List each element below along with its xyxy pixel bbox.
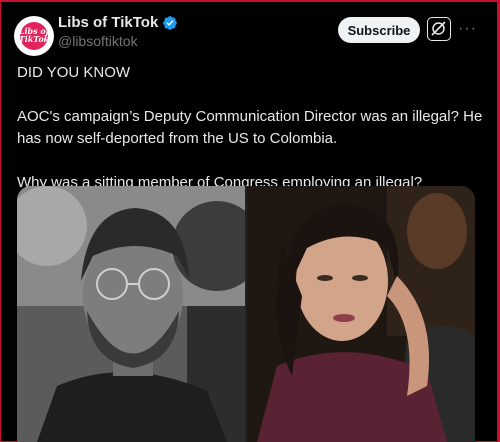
post-header: Libs of TikTok Libs of TikTok @libsoftikt… bbox=[0, 0, 500, 60]
more-icon[interactable]: ··· bbox=[458, 20, 477, 38]
post-paragraph: AOC's campaign’s Deputy Communication Di… bbox=[17, 108, 483, 147]
grok-icon[interactable] bbox=[427, 17, 451, 41]
name-row: Libs of TikTok bbox=[58, 14, 178, 31]
post-paragraph: DID YOU KNOW bbox=[17, 64, 131, 81]
media-grid bbox=[17, 186, 475, 442]
avatar-logo-text: Libs of TikTok bbox=[18, 26, 50, 44]
subscribe-button[interactable]: Subscribe bbox=[338, 17, 420, 43]
verified-badge-icon[interactable] bbox=[162, 15, 178, 31]
display-name[interactable]: Libs of TikTok bbox=[58, 14, 158, 31]
photo-man[interactable] bbox=[17, 186, 245, 442]
photo-woman[interactable] bbox=[247, 186, 475, 442]
avatar[interactable]: Libs of TikTok bbox=[14, 16, 54, 56]
handle[interactable]: @libsoftiktok bbox=[58, 33, 178, 49]
author-names: Libs of TikTok @libsoftiktok bbox=[58, 14, 178, 49]
